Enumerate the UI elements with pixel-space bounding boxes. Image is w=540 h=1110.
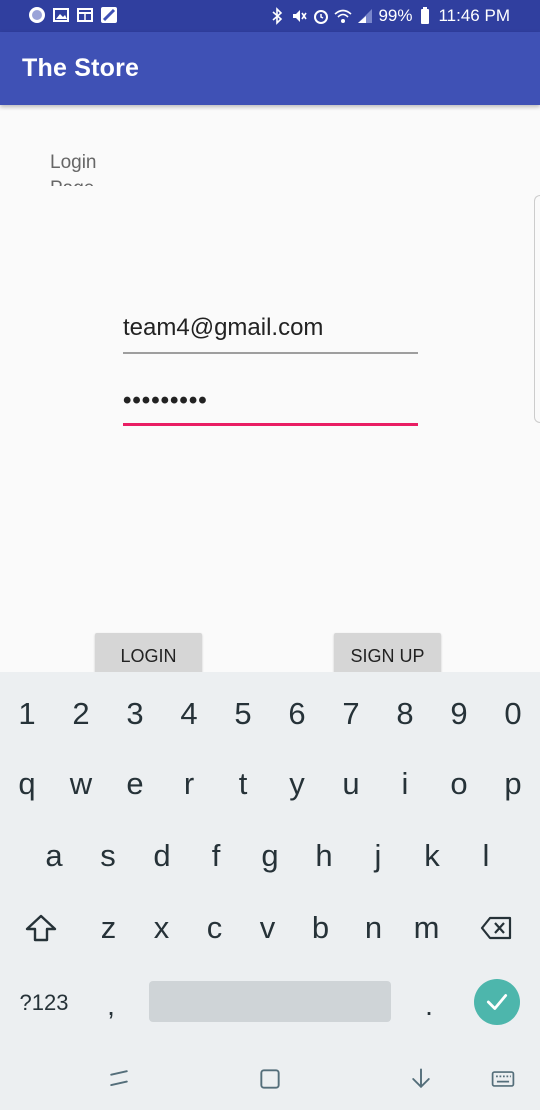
backspace-icon — [480, 916, 512, 940]
key-q[interactable]: q — [0, 760, 54, 808]
key-p[interactable]: p — [486, 760, 540, 808]
keyboard-icon — [491, 1071, 515, 1087]
key-8[interactable]: 8 — [378, 690, 432, 738]
key-t[interactable]: t — [216, 760, 270, 808]
key-n[interactable]: n — [347, 904, 400, 952]
key-f[interactable]: f — [189, 832, 243, 880]
recent-apps-button[interactable] — [104, 1064, 134, 1094]
bluetooth-icon — [268, 7, 286, 25]
key-3[interactable]: 3 — [108, 690, 162, 738]
login-button[interactable]: LOGIN — [95, 633, 202, 673]
key-d[interactable]: d — [135, 832, 189, 880]
keyboard-row-z: z x c v b n m — [0, 904, 540, 952]
edge-panel-handle[interactable] — [534, 195, 540, 423]
page-label: Login Page — [50, 152, 97, 186]
key-z[interactable]: z — [82, 904, 135, 952]
key-9[interactable]: 9 — [432, 690, 486, 738]
key-x[interactable]: x — [135, 904, 188, 952]
app-notification-icon — [28, 6, 46, 24]
enter-key[interactable] — [474, 979, 520, 1025]
shift-key[interactable] — [0, 904, 82, 952]
key-b[interactable]: b — [294, 904, 347, 952]
calendar-icon — [76, 6, 94, 24]
key-a[interactable]: a — [27, 832, 81, 880]
recents-icon — [110, 1070, 128, 1087]
signal-icon — [356, 7, 374, 25]
key-r[interactable]: r — [162, 760, 216, 808]
shift-arrow-icon — [25, 914, 57, 942]
battery-icon — [416, 7, 434, 25]
keyboard-switch-button[interactable] — [488, 1064, 518, 1094]
clock: 11:46 PM — [438, 6, 510, 25]
home-icon — [260, 1069, 280, 1089]
app-title: The Store — [22, 54, 140, 82]
key-5[interactable]: 5 — [216, 690, 270, 738]
gallery-icon — [52, 6, 70, 24]
backspace-key[interactable] — [453, 904, 539, 952]
app-store-icon — [100, 6, 118, 24]
system-status: 99% 11:46 PM — [268, 5, 510, 27]
wifi-icon — [334, 7, 352, 25]
checkmark-icon — [486, 994, 508, 1010]
space-key[interactable] — [149, 981, 391, 1022]
status-bar: 99% 11:46 PM — [0, 0, 540, 32]
key-m[interactable]: m — [400, 904, 453, 952]
key-g[interactable]: g — [243, 832, 297, 880]
key-l[interactable]: l — [459, 832, 513, 880]
hide-keyboard-button[interactable] — [406, 1064, 436, 1094]
keyboard-number-row: 1 2 3 4 5 6 7 8 9 0 — [0, 690, 540, 738]
key-6[interactable]: 6 — [270, 690, 324, 738]
chevron-down-icon — [412, 1068, 430, 1089]
key-u[interactable]: u — [324, 760, 378, 808]
soft-keyboard: 1 2 3 4 5 6 7 8 9 0 q w e r t y u i o p … — [0, 672, 540, 1050]
email-field[interactable] — [123, 308, 418, 354]
key-j[interactable]: j — [351, 832, 405, 880]
home-button[interactable] — [255, 1064, 285, 1094]
key-s[interactable]: s — [81, 832, 135, 880]
notification-icons — [28, 6, 118, 24]
password-field[interactable] — [123, 380, 418, 426]
key-1[interactable]: 1 — [0, 690, 54, 738]
mute-icon — [290, 7, 308, 25]
key-y[interactable]: y — [270, 760, 324, 808]
key-2[interactable]: 2 — [54, 690, 108, 738]
key-w[interactable]: w — [54, 760, 108, 808]
key-i[interactable]: i — [378, 760, 432, 808]
key-4[interactable]: 4 — [162, 690, 216, 738]
key-e[interactable]: e — [108, 760, 162, 808]
key-0[interactable]: 0 — [486, 690, 540, 738]
key-h[interactable]: h — [297, 832, 351, 880]
keyboard-row-a: a s d f g h j k l — [27, 832, 540, 880]
key-v[interactable]: v — [241, 904, 294, 952]
keyboard-row-q: q w e r t y u i o p — [0, 760, 540, 808]
symbols-key[interactable]: ?123 — [14, 978, 74, 1028]
key-o[interactable]: o — [432, 760, 486, 808]
app-bar: The Store — [0, 32, 540, 105]
battery-percent: 99% — [378, 6, 413, 25]
key-7[interactable]: 7 — [324, 690, 378, 738]
alarm-icon — [312, 7, 330, 25]
key-c[interactable]: c — [188, 904, 241, 952]
period-key[interactable]: . — [414, 978, 444, 1028]
comma-key[interactable]: , — [96, 978, 126, 1028]
sign-up-button[interactable]: SIGN UP — [334, 633, 441, 673]
key-k[interactable]: k — [405, 832, 459, 880]
navigation-bar — [0, 1050, 540, 1110]
